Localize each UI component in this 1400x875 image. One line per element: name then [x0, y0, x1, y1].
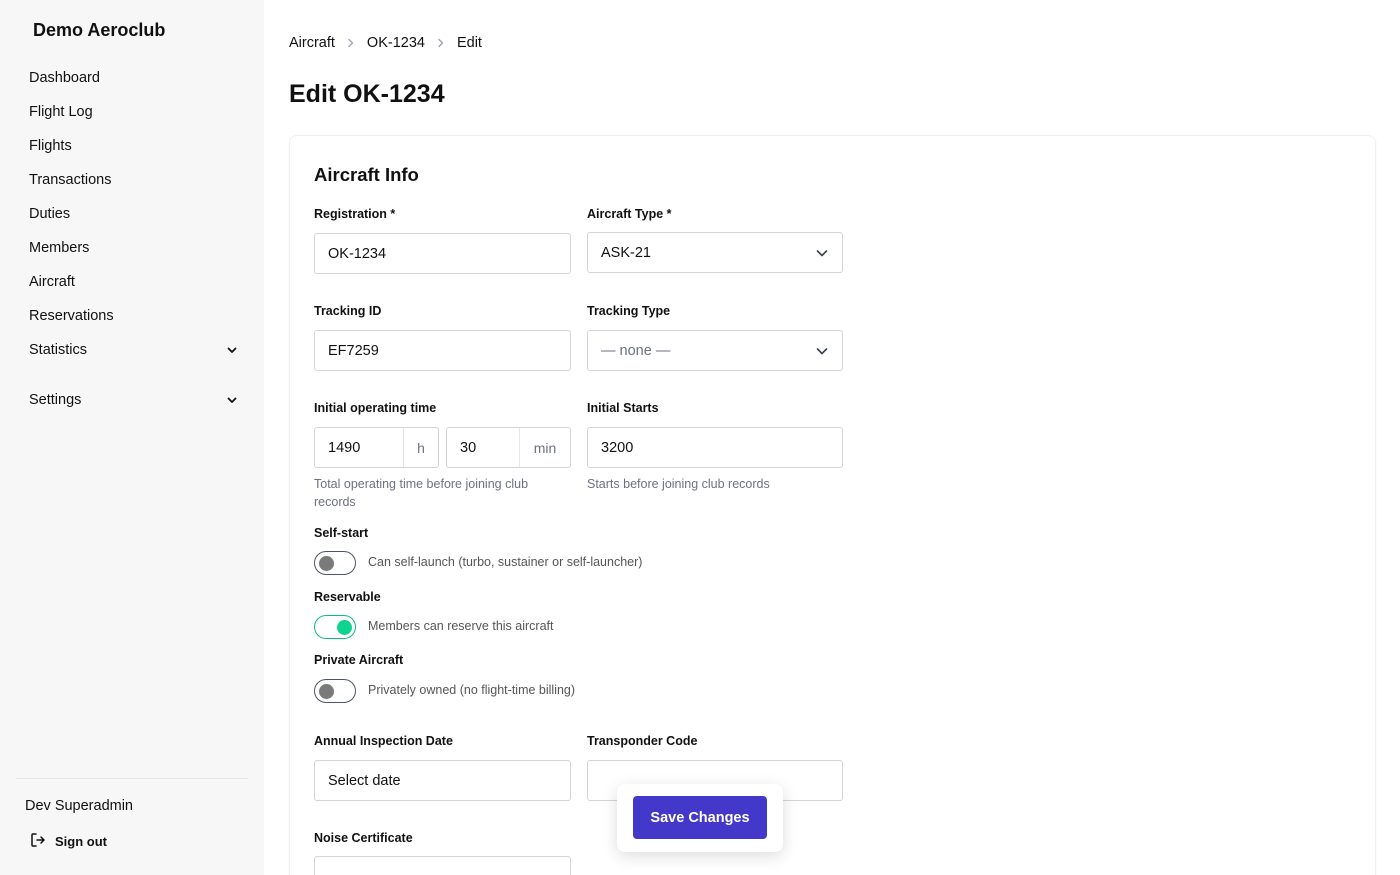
- aircraft-type-value: ASK-21: [601, 244, 651, 261]
- sidebar-item-duties[interactable]: Duties: [0, 197, 264, 231]
- noise-certificate-label: Noise Certificate: [314, 831, 413, 845]
- breadcrumb: Aircraft OK-1234 Edit: [289, 35, 482, 51]
- sidebar-item-transactions[interactable]: Transactions: [0, 163, 264, 197]
- sidebar-item-statistics[interactable]: Statistics: [0, 333, 264, 367]
- chevron-right-icon: [437, 38, 445, 48]
- chevron-right-icon: [347, 38, 355, 48]
- sidebar-item-label: Statistics: [29, 342, 88, 358]
- tracking-id-label: Tracking ID: [314, 304, 382, 318]
- registration-label: Registration *: [314, 207, 396, 221]
- reservable-label: Reservable: [314, 590, 381, 604]
- sidebar-item-flights[interactable]: Flights: [0, 129, 264, 163]
- sidebar-item-label: Settings: [29, 392, 82, 408]
- aircraft-type-select[interactable]: ASK-21: [587, 232, 843, 273]
- breadcrumb-item-aircraft[interactable]: Aircraft: [289, 35, 335, 51]
- self-start-label: Self-start: [314, 526, 369, 540]
- initial-starts-help: Starts before joining club records: [587, 477, 770, 491]
- sidebar-item-settings[interactable]: Settings: [0, 383, 264, 417]
- sidebar-item-flight-log[interactable]: Flight Log: [0, 95, 264, 129]
- sidebar-item-label: Duties: [29, 206, 71, 222]
- sidebar-item-label: Transactions: [29, 172, 112, 188]
- private-aircraft-toggle[interactable]: [314, 679, 356, 703]
- chevron-down-icon: [226, 394, 238, 406]
- app-title: Demo Aeroclub: [33, 20, 166, 40]
- breadcrumb-item-edit: Edit: [456, 35, 482, 51]
- sign-out-button[interactable]: Sign out: [30, 832, 107, 851]
- operating-minutes-input[interactable]: [447, 428, 519, 467]
- operating-hours-input[interactable]: [315, 428, 403, 467]
- private-aircraft-label: Private Aircraft: [314, 653, 404, 667]
- toggle-knob: [318, 555, 334, 571]
- sidebar-item-label: Flights: [29, 138, 72, 154]
- initial-starts-label: Initial Starts: [587, 401, 659, 415]
- reservable-toggle[interactable]: [314, 615, 356, 639]
- sidebar-divider: [16, 778, 248, 779]
- chevron-down-icon: [226, 344, 238, 356]
- operating-minutes-field: min: [446, 427, 571, 468]
- save-button[interactable]: Save Changes: [633, 796, 767, 839]
- minutes-unit: min: [519, 428, 570, 467]
- sidebar-nav: Dashboard Flight Log Flights Transaction…: [0, 61, 264, 417]
- initial-operating-time-label: Initial operating time: [314, 401, 437, 415]
- sign-out-label: Sign out: [55, 834, 107, 849]
- toggle-knob: [318, 683, 334, 699]
- operating-time-help: Total operating time before joining club…: [314, 477, 529, 509]
- tracking-type-label: Tracking Type: [587, 304, 671, 318]
- reservable-text: Members can reserve this aircraft: [368, 619, 554, 633]
- registration-input[interactable]: [314, 233, 571, 274]
- transponder-code-label: Transponder Code: [587, 734, 698, 748]
- save-bar: Save Changes: [617, 784, 783, 852]
- chevron-down-icon: [815, 246, 829, 260]
- aircraft-type-label: Aircraft Type *: [587, 207, 672, 221]
- user-name: Dev Superadmin: [25, 798, 133, 814]
- hours-unit: h: [403, 428, 438, 467]
- sidebar-item-label: Dashboard: [29, 70, 100, 86]
- sidebar-item-label: Members: [29, 240, 90, 256]
- sign-out-icon: [30, 832, 55, 851]
- sidebar-item-reservations[interactable]: Reservations: [0, 299, 264, 333]
- tracking-id-input[interactable]: [314, 330, 571, 371]
- tracking-type-value: — none —: [601, 342, 671, 359]
- sidebar-item-label: Flight Log: [29, 104, 93, 120]
- breadcrumb-item-registration[interactable]: OK-1234: [367, 35, 425, 51]
- sidebar-item-label: Reservations: [29, 308, 114, 324]
- operating-hours-field: h: [314, 427, 439, 468]
- self-start-text: Can self-launch (turbo, sustainer or sel…: [368, 555, 643, 569]
- page-title: Edit OK-1234: [289, 80, 445, 108]
- section-title: Aircraft Info: [314, 164, 419, 185]
- sidebar-item-members[interactable]: Members: [0, 231, 264, 265]
- sidebar-item-aircraft[interactable]: Aircraft: [0, 265, 264, 299]
- sidebar-item-dashboard[interactable]: Dashboard: [0, 61, 264, 95]
- self-start-toggle[interactable]: [314, 551, 356, 575]
- sidebar: Demo Aeroclub Dashboard Flight Log Fligh…: [0, 0, 264, 875]
- annual-inspection-date-input[interactable]: [314, 760, 571, 801]
- annual-inspection-date-label: Annual Inspection Date: [314, 734, 453, 748]
- private-aircraft-text: Privately owned (no flight-time billing): [368, 683, 576, 697]
- tracking-type-select[interactable]: — none —: [587, 330, 843, 371]
- noise-certificate-input[interactable]: [314, 856, 571, 875]
- toggle-knob: [336, 619, 352, 635]
- sidebar-item-label: Aircraft: [29, 274, 75, 290]
- chevron-down-icon: [815, 344, 829, 358]
- initial-starts-input[interactable]: [587, 427, 843, 468]
